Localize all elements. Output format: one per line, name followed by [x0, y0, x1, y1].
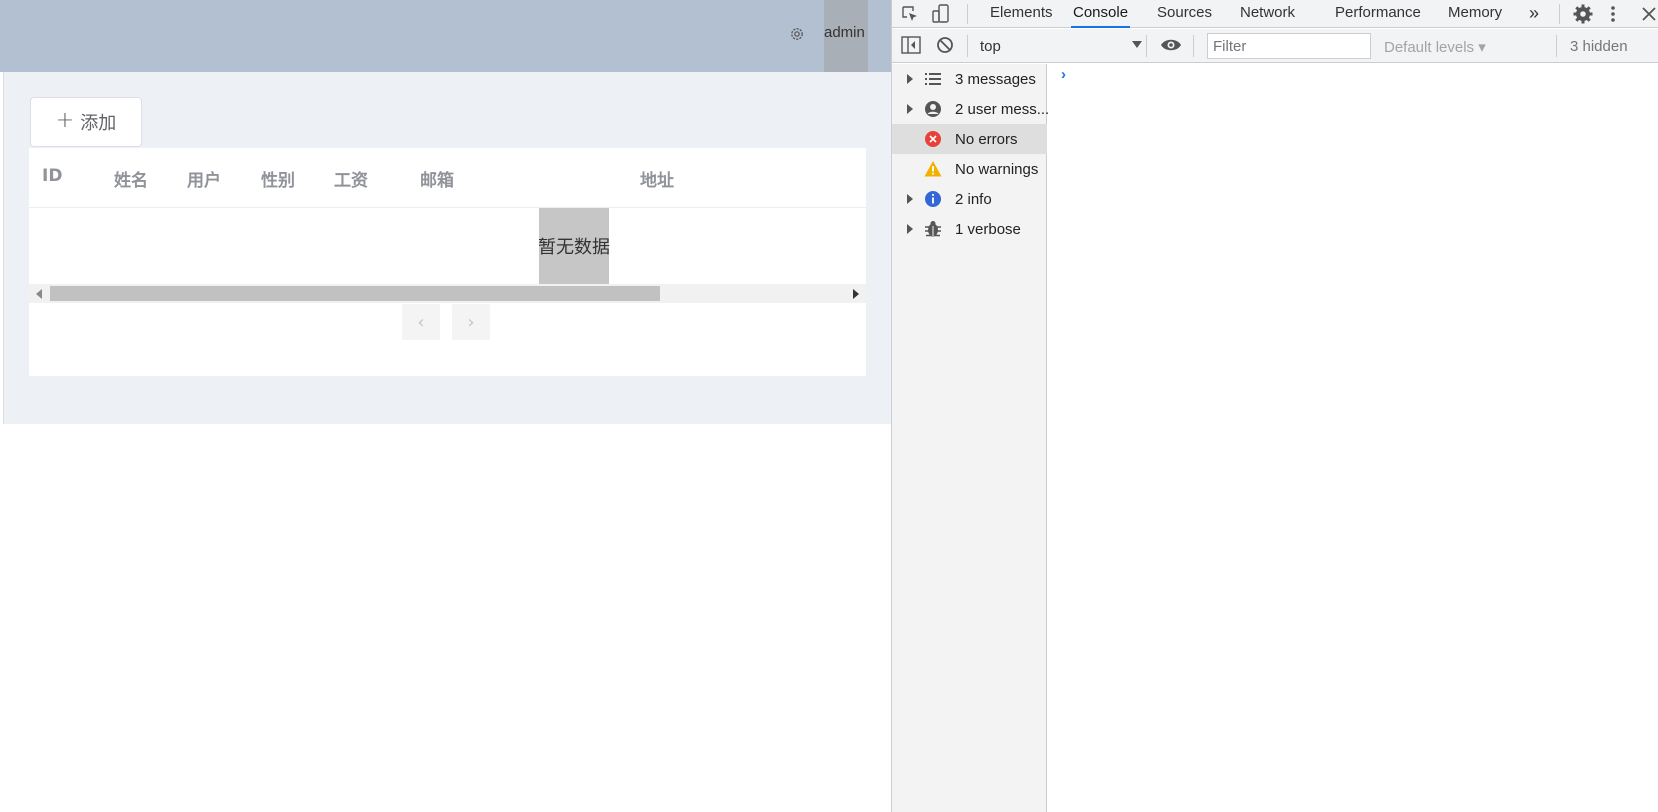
add-button-label: 添加 [80, 113, 117, 134]
gear-icon[interactable] [789, 26, 805, 42]
chevron-down-icon[interactable] [1132, 41, 1142, 48]
error-icon [925, 131, 941, 147]
tab-memory[interactable]: Memory [1446, 0, 1504, 28]
separator [1193, 35, 1194, 57]
sidebar-item-label: 2 user mess... [955, 101, 1050, 118]
context-selector[interactable]: top [980, 38, 1001, 55]
sidebar-item-info[interactable]: 2 info [892, 184, 1047, 214]
expand-arrow-icon[interactable] [907, 224, 913, 234]
expand-arrow-icon[interactable] [907, 104, 913, 114]
more-options-icon[interactable] [1608, 4, 1618, 24]
data-table: ID 姓名 用户 性别 工资 邮箱 地址 暂无数据 [29, 148, 866, 376]
column-header-name: 姓名 [114, 171, 148, 191]
sidebar-item-errors[interactable]: No errors [892, 124, 1047, 154]
console-output[interactable]: › [1048, 64, 1658, 812]
sidebar-item-label: 1 verbose [955, 221, 1021, 238]
separator [1559, 4, 1560, 24]
expand-arrow-icon[interactable] [907, 194, 913, 204]
console-prompt-icon[interactable]: › [1061, 66, 1066, 83]
eye-icon[interactable] [1160, 37, 1182, 53]
more-tabs-icon[interactable]: » [1527, 0, 1541, 28]
main-content: + 添加 ID 姓名 用户 性别 工资 邮箱 地址 暂无数据 ‹ › [3, 72, 891, 424]
user-icon [925, 101, 941, 117]
sidebar-item-label: No errors [955, 131, 1018, 148]
expand-arrow-icon[interactable] [907, 74, 913, 84]
list-icon [925, 73, 941, 85]
sidebar-item-user-messages[interactable]: 2 user mess... [892, 94, 1050, 124]
hidden-count: 3 hidden [1570, 38, 1628, 55]
horizontal-scrollbar[interactable] [29, 284, 866, 303]
tab-elements[interactable]: Elements [988, 0, 1055, 28]
filter-input[interactable] [1207, 33, 1371, 59]
column-header-id: ID [42, 166, 63, 186]
table-header: ID 姓名 用户 性别 工资 邮箱 地址 [29, 148, 866, 208]
column-header-salary: 工资 [334, 171, 368, 191]
column-header-email: 邮箱 [420, 171, 454, 191]
column-header-address: 地址 [640, 171, 674, 191]
devtools-tabbar: Elements Console Sources Network Perform… [892, 0, 1658, 28]
tab-console[interactable]: Console [1071, 0, 1131, 28]
scroll-left-icon[interactable] [36, 289, 42, 299]
warning-icon [924, 161, 942, 177]
devtools-panel: Elements Console Sources Network Perform… [891, 0, 1658, 812]
sidebar-item-label: No warnings [955, 161, 1039, 178]
inspect-element-icon[interactable] [900, 4, 920, 24]
log-levels-dropdown[interactable]: Default levels ▾ [1384, 38, 1486, 56]
scroll-right-icon[interactable] [853, 289, 859, 299]
app-page: admin + 添加 ID 姓名 用户 性别 工资 邮箱 地址 暂无数据 ‹ › [0, 0, 891, 812]
console-sidebar: 3 messages 2 user mess... No errors No w… [892, 64, 1050, 812]
tab-performance[interactable]: Performance [1333, 0, 1423, 28]
separator [1556, 35, 1557, 57]
separator [967, 35, 968, 57]
column-header-user: 用户 [187, 171, 221, 191]
settings-gear-icon[interactable] [1572, 3, 1594, 25]
username-label[interactable]: admin [824, 24, 865, 41]
info-icon [925, 191, 941, 207]
sidebar-item-label: 3 messages [955, 71, 1036, 88]
separator [967, 4, 968, 24]
column-header-gender: 性别 [261, 171, 295, 191]
table-empty-state: 暂无数据 [29, 208, 866, 284]
tab-sources[interactable]: Sources [1155, 0, 1214, 28]
sidebar-item-warnings[interactable]: No warnings [892, 154, 1047, 184]
scrollbar-thumb[interactable] [50, 286, 660, 301]
sidebar-toggle-icon[interactable] [901, 36, 921, 54]
empty-text: 暂无数据 [538, 208, 610, 284]
sidebar-item-verbose[interactable]: 1 verbose [892, 214, 1047, 244]
bug-icon [925, 221, 941, 237]
close-icon[interactable] [1640, 5, 1658, 23]
app-header: admin [0, 0, 891, 72]
plus-icon: + [55, 108, 75, 133]
sidebar-item-messages[interactable]: 3 messages [892, 64, 1047, 94]
clear-console-icon[interactable] [936, 36, 954, 54]
console-toolbar: top Default levels ▾ 3 hidden [892, 29, 1658, 63]
separator [1146, 35, 1147, 57]
prev-page-button[interactable]: ‹ [402, 304, 440, 340]
next-page-button[interactable]: › [452, 304, 490, 340]
sidebar-item-label: 2 info [955, 191, 992, 208]
tab-network[interactable]: Network [1238, 0, 1297, 28]
add-button[interactable]: + 添加 [30, 97, 142, 147]
device-toolbar-icon[interactable] [930, 3, 952, 25]
